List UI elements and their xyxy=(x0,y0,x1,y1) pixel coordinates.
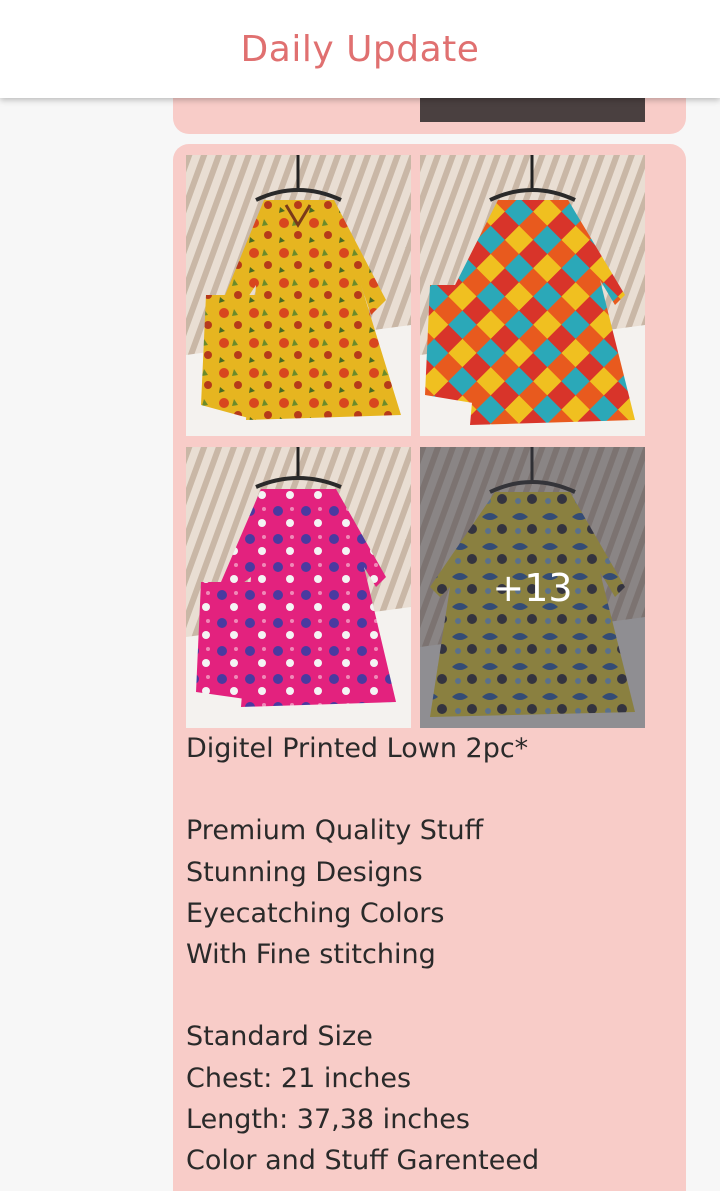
app-header: Daily Update xyxy=(0,0,720,98)
page-title: Daily Update xyxy=(240,28,480,70)
product-photo-4[interactable]: +13 xyxy=(420,447,645,728)
more-photos-overlay[interactable]: +13 xyxy=(420,447,645,728)
more-photos-count: +13 xyxy=(492,565,573,610)
product-photo-2[interactable] xyxy=(420,155,645,436)
post-card: +13 Digitel Printed Lown 2pc* Premium Qu… xyxy=(173,144,686,1191)
product-photo-3[interactable] xyxy=(186,447,411,728)
product-photo-1[interactable] xyxy=(186,155,411,436)
post-description: Digitel Printed Lown 2pc* Premium Qualit… xyxy=(186,733,540,1177)
